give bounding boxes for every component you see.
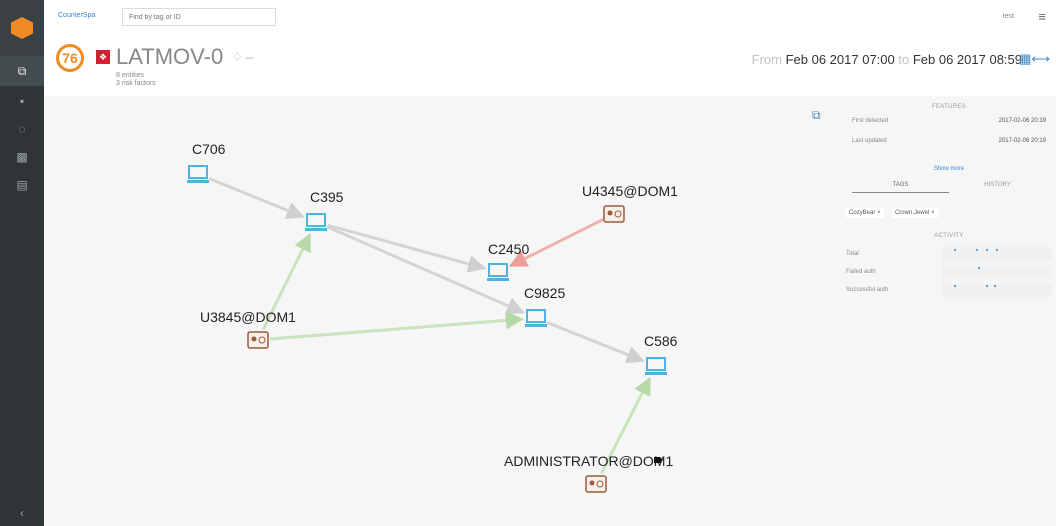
risk-factors-count: 3 risk factors — [116, 80, 156, 87]
activity-sparkline — [942, 247, 1052, 261]
collapse-icon[interactable]: ‹ — [0, 500, 44, 526]
computer-icon-base — [305, 228, 327, 231]
range-from: Feb 06 2017 07:00 — [785, 52, 895, 67]
computer-icon — [306, 213, 326, 227]
details-panel: FEATURES First detected 2017-02-06 20:19 … — [842, 100, 1056, 526]
top-bar: CounterSpa test ≡ — [44, 0, 1056, 37]
computer-node[interactable]: C395 — [305, 189, 344, 231]
user-head-icon — [251, 336, 257, 342]
database-nav-icon[interactable]: ▩ — [0, 142, 44, 172]
brand-link[interactable]: CounterSpa — [58, 12, 95, 19]
tag-chip[interactable]: Crown.Jewel × — [891, 208, 938, 218]
tab-tags[interactable]: TAGS — [852, 182, 949, 193]
alert-flag-icon: ❖ — [96, 50, 110, 64]
search-input[interactable] — [122, 8, 276, 26]
computer-icon — [646, 357, 666, 371]
user-name[interactable]: test — [1003, 13, 1014, 20]
node-label: C586 — [644, 333, 678, 349]
tab-history[interactable]: HISTORY — [949, 182, 1046, 193]
user-node[interactable]: U3845@DOM1 — [200, 309, 296, 349]
list-nav-icon[interactable]: ▤ — [0, 170, 44, 200]
graph-edge — [208, 177, 305, 219]
node-label: C395 — [310, 189, 344, 205]
range-to: Feb 06 2017 08:59 — [912, 52, 1022, 67]
hamburger-menu-icon[interactable]: ≡ — [1038, 9, 1046, 24]
logo-hexagon-icon — [11, 17, 33, 39]
activity-sparkline — [942, 265, 1052, 279]
tag-list: CozyBear × Crown.Jewel × — [846, 201, 1052, 218]
incident-meta: 8 entities 3 risk factors — [116, 72, 156, 88]
computer-node[interactable]: C706 — [187, 141, 226, 183]
graph-edge — [269, 311, 524, 341]
activity-sparkline — [942, 283, 1052, 297]
computer-node[interactable]: C9825 — [524, 285, 565, 327]
node-label: U3845@DOM1 — [200, 309, 296, 325]
share-icon[interactable]: ⧉ — [812, 108, 821, 123]
risk-score-badge: 76 — [56, 44, 84, 72]
clock-nav-icon[interactable]: ◌ — [0, 114, 44, 144]
app-logo[interactable] — [0, 0, 44, 56]
activity-row: Failed auth — [846, 263, 1052, 281]
graph-edge — [326, 225, 525, 315]
activity-heading: ACTIVITY — [934, 233, 964, 239]
user-node[interactable]: ADMINISTRATOR@DOM1 — [504, 453, 673, 493]
calendar-icon[interactable]: ▦⟷ — [1019, 51, 1050, 67]
activity-row: Total — [846, 245, 1052, 263]
entity-graph[interactable]: C706 C395 U4345@DOM1 C2450 C9825 U3845@DOM1 C5… — [44, 96, 840, 526]
show-more-link[interactable]: Show more — [842, 166, 1056, 172]
last-updated-row: Last updated 2017-02-06 20:19 — [852, 138, 1046, 144]
bell-icon[interactable]: ♢ – — [232, 50, 253, 64]
incident-header: 76 ❖ LATMOV-0 ♢ – 8 entities 3 risk fact… — [44, 36, 1056, 96]
incident-title: LATMOV-0 — [116, 44, 224, 69]
activity-table: Total Failed auth Successful auth — [846, 245, 1052, 299]
computer-icon-base — [525, 324, 547, 327]
computer-icon — [488, 263, 508, 277]
graph-edge — [546, 321, 645, 364]
node-label: C9825 — [524, 285, 565, 301]
computer-icon-base — [645, 372, 667, 375]
user-head-icon — [607, 210, 613, 216]
computer-icon-base — [187, 180, 209, 183]
computer-node[interactable]: C586 — [644, 333, 678, 375]
entities-count: 8 entities — [116, 72, 145, 79]
chart-nav-icon[interactable]: ▪ — [0, 86, 44, 116]
node-label: U4345@DOM1 — [582, 183, 678, 199]
computer-icon-base — [487, 278, 509, 281]
graph-nav-icon[interactable]: ⧉ — [0, 56, 44, 86]
left-rail: ⧉ ▪ ◌ ▩ ▤ ‹ — [0, 0, 44, 526]
node-label: C2450 — [488, 241, 529, 257]
node-label: ADMINISTRATOR@DOM1 — [504, 453, 673, 469]
node-label: C706 — [192, 141, 226, 157]
computer-icon — [526, 309, 546, 323]
tag-history-tabs: TAGS HISTORY — [852, 182, 1046, 193]
user-node[interactable]: U4345@DOM1 — [582, 183, 678, 223]
tag-chip[interactable]: CozyBear × — [846, 208, 884, 218]
computer-icon — [188, 165, 208, 179]
activity-row: Successful auth — [846, 281, 1052, 299]
user-head-icon — [589, 480, 595, 486]
features-heading: FEATURES — [932, 104, 966, 110]
time-range: From Feb 06 2017 07:00 to Feb 06 2017 08… — [751, 52, 1022, 67]
first-detected-row: First detected 2017-02-06 20:19 — [852, 118, 1046, 124]
